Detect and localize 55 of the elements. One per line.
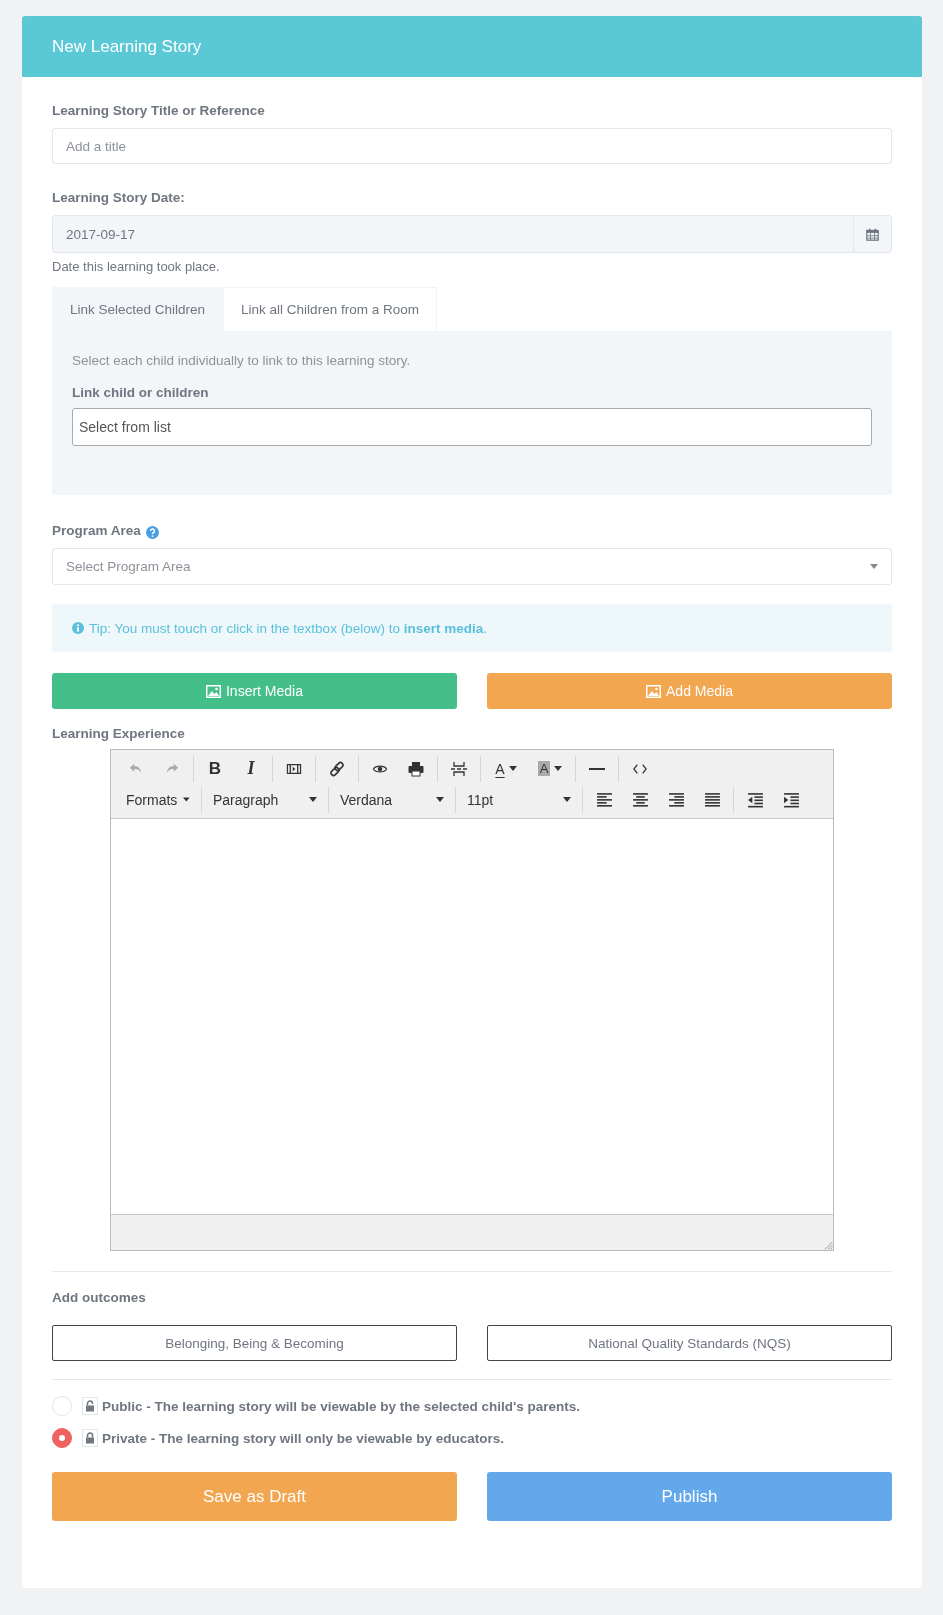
field-label: Program Area (52, 523, 141, 538)
program-area-select[interactable]: Select Program Area (52, 548, 892, 585)
align-right-icon (667, 791, 685, 808)
caret-icon (183, 797, 190, 802)
page-break-icon (451, 760, 467, 777)
calendar-icon (866, 227, 879, 241)
resize-handle-icon (823, 1240, 833, 1250)
radio-label: Public - The learning story will be viewable by the selected child's parents. (102, 1398, 581, 1414)
printer-icon (408, 760, 424, 777)
page-title: New Learning Story (22, 16, 922, 77)
caret-icon (563, 797, 571, 802)
outcome-button[interactable]: Belonging, Being & Becoming (52, 1325, 457, 1361)
align-left-icon (595, 791, 613, 808)
title-input[interactable]: Add a title (52, 128, 892, 164)
image-icon (646, 684, 662, 698)
radio-label: Private - The learning story will only be viewable by educators. (102, 1430, 505, 1446)
italic-button[interactable]: I (233, 755, 269, 782)
bold-button[interactable]: B (197, 755, 233, 782)
text-color-button[interactable]: A (484, 755, 528, 782)
field-label: Link child or children (72, 385, 210, 400)
caret-icon (436, 797, 444, 802)
outcome-button[interactable]: National Quality Standards (NQS) (487, 1325, 892, 1361)
help-icon (145, 526, 159, 539)
caret-icon (309, 797, 317, 802)
tab[interactable]: Link Selected Children (52, 287, 224, 331)
field-label: Learning Experience (52, 726, 186, 741)
image-icon (205, 684, 221, 698)
info-icon (72, 622, 84, 634)
tab[interactable]: Link all Children from a Room (223, 287, 437, 331)
link-icon (329, 760, 345, 777)
field-label: Learning Story Title or Reference (52, 103, 266, 118)
indent-icon (782, 791, 800, 808)
children-select[interactable]: Select from list (72, 408, 872, 446)
field-label: Learning Story Date: (52, 190, 186, 205)
caret-icon (554, 766, 563, 771)
tip-text: Tip: You must touch or click in the textbox (below) to insert media. (89, 620, 487, 636)
caret-icon (508, 766, 517, 771)
toolbar-dropdown[interactable]: 11pt (459, 786, 579, 813)
calendar-button[interactable] (853, 216, 891, 252)
caret-icon (870, 564, 878, 569)
horizontal-line-icon (589, 767, 605, 770)
outdent-icon (746, 791, 764, 808)
background-color-button[interactable]: A (528, 755, 572, 782)
section-label: Add outcomes (52, 1290, 147, 1305)
align-justify-icon (703, 791, 721, 808)
radio-button[interactable] (52, 1428, 72, 1448)
toolbar-dropdown[interactable]: Paragraph (205, 786, 325, 813)
film-icon (285, 761, 303, 776)
panel-description: Select each child individually to link to this learning story. (72, 353, 412, 368)
align-center-icon (631, 791, 649, 808)
toolbar-dropdown[interactable]: Formats (118, 786, 198, 813)
date-input[interactable]: 2017-09-17 (52, 215, 892, 253)
hint-text: Date this learning took place. (52, 259, 221, 274)
publish-button[interactable]: Publish (487, 1472, 892, 1521)
toolbar-dropdown[interactable]: Verdana (332, 786, 452, 813)
